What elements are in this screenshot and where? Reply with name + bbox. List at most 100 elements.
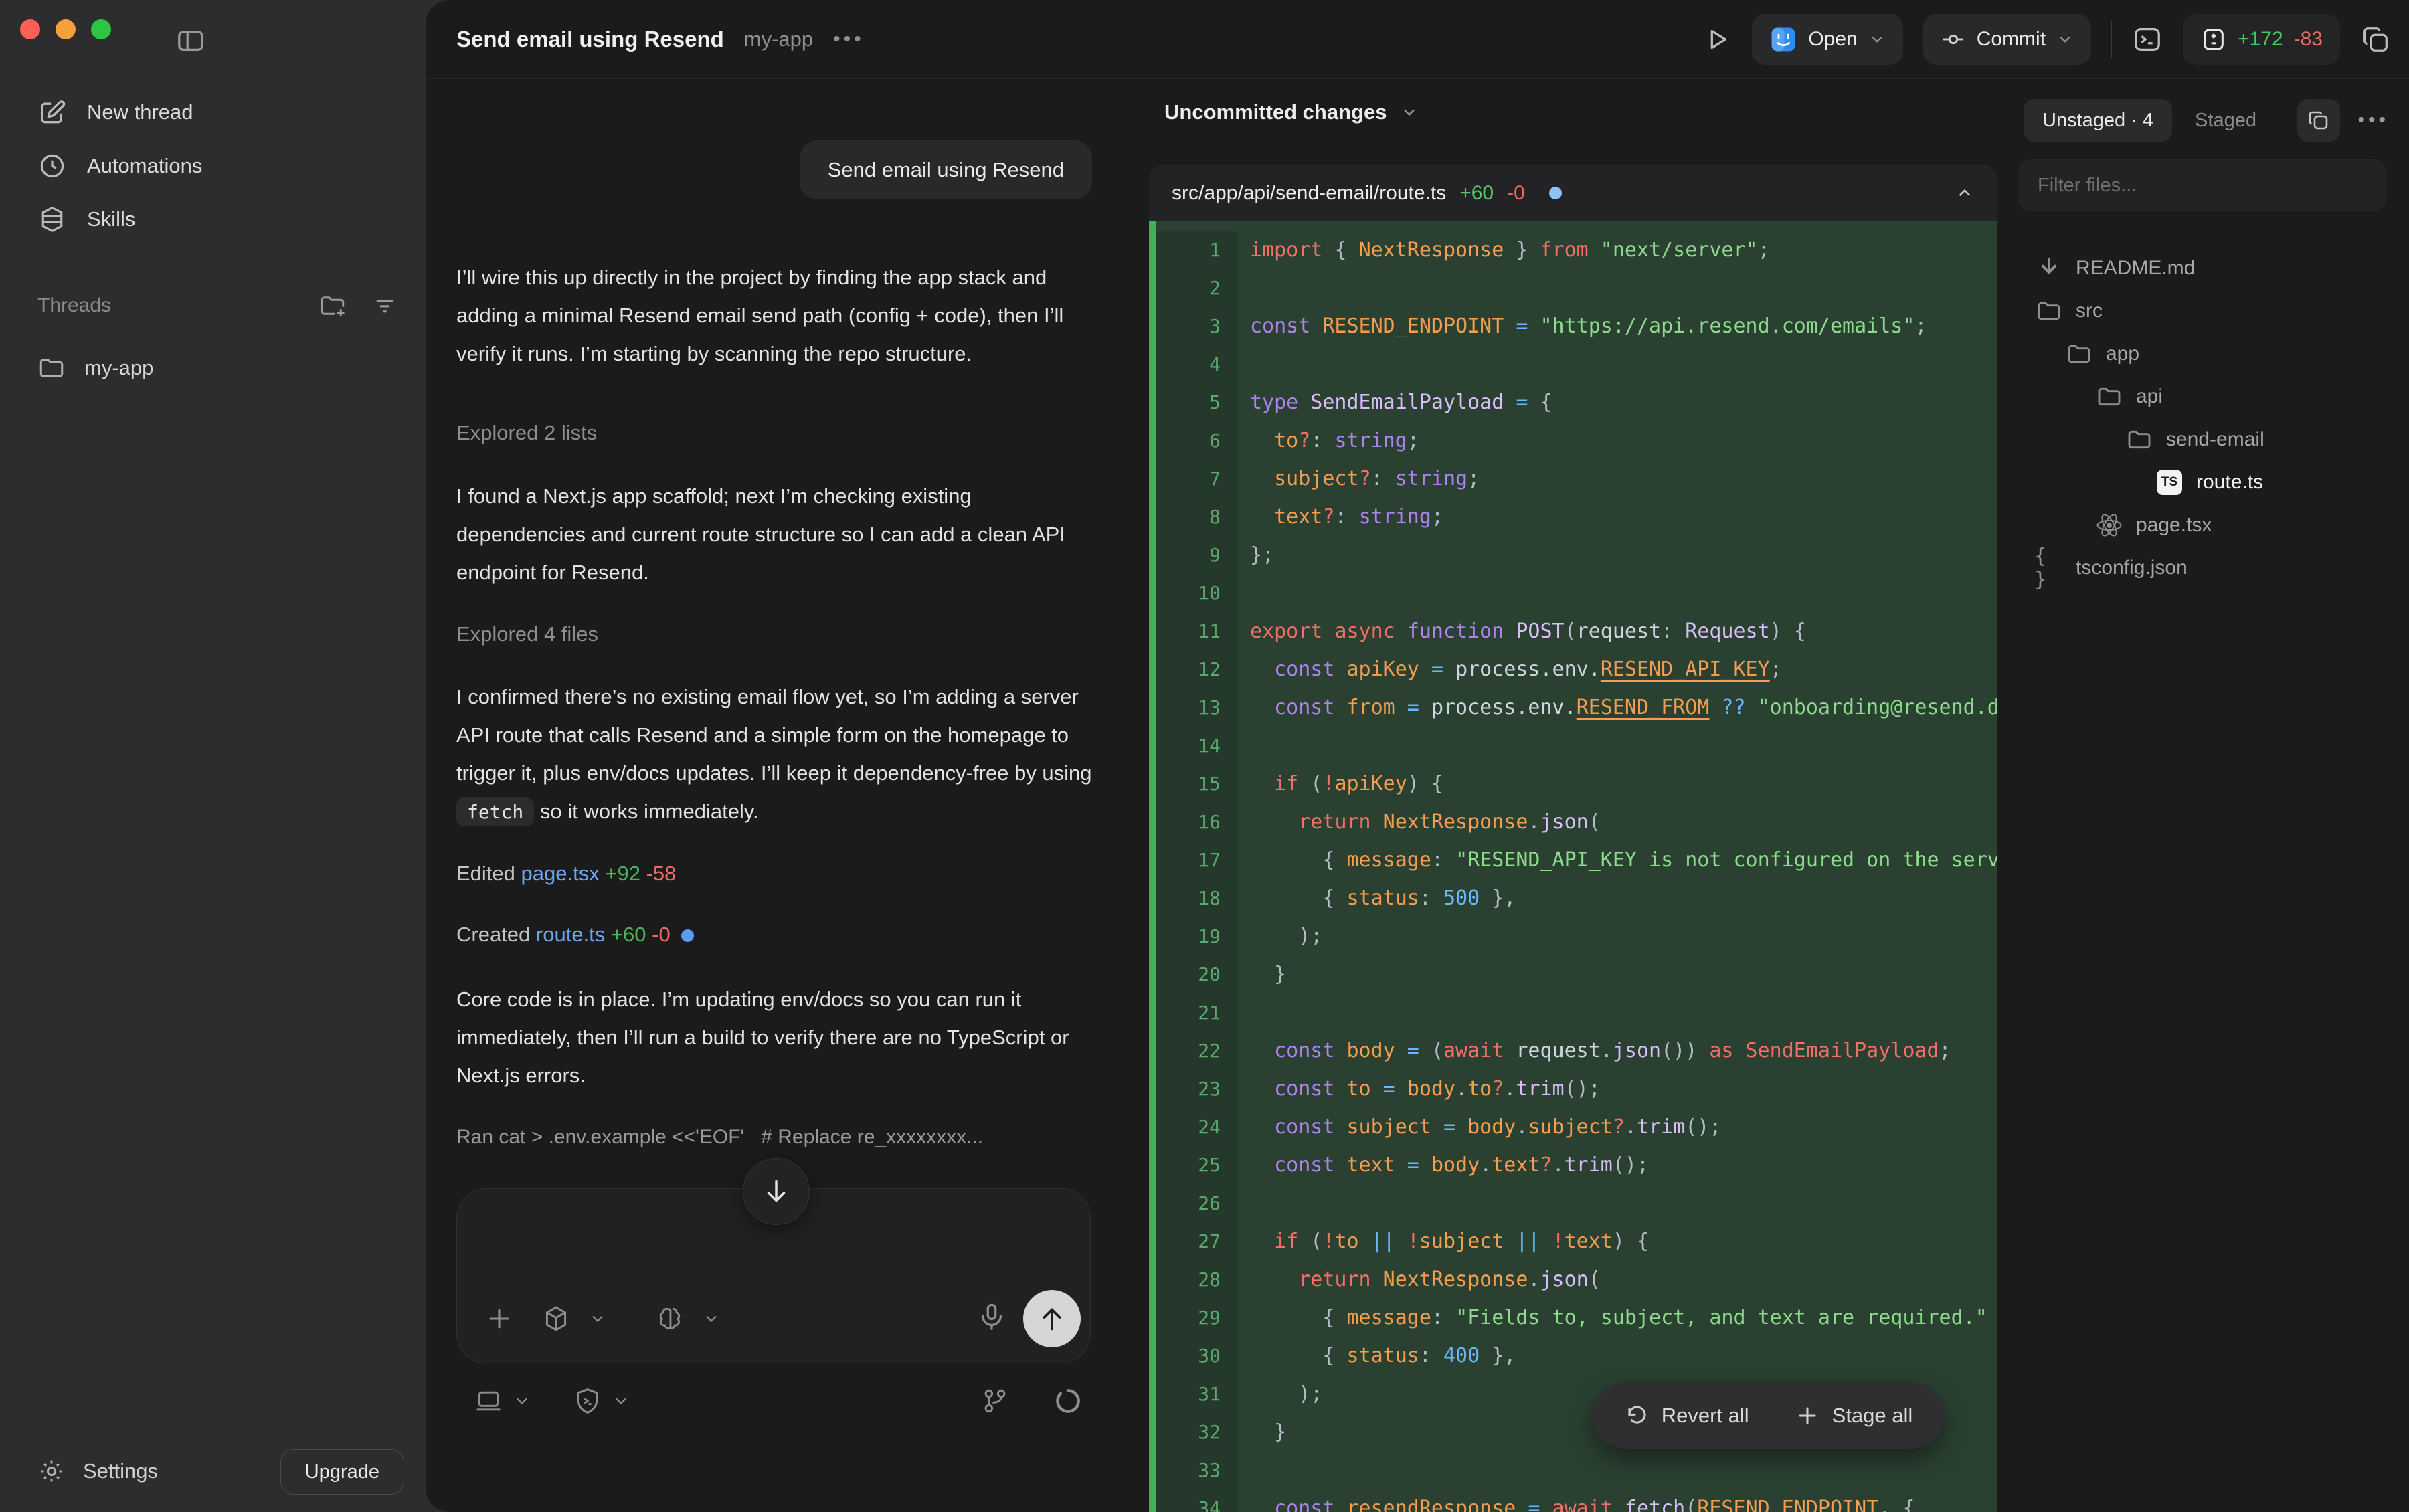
send-button[interactable] <box>1023 1290 1081 1347</box>
line-number: 5 <box>1156 383 1238 421</box>
sidebar-toggle-icon[interactable] <box>175 25 206 56</box>
code-line: 4 <box>1156 345 1997 383</box>
tree-more-icon[interactable]: ••• <box>2357 109 2389 132</box>
thread-more-icon[interactable]: ••• <box>833 28 865 51</box>
lines-added: +172 <box>2238 28 2283 51</box>
settings-button[interactable]: Settings <box>37 1447 158 1495</box>
chevron-down-icon <box>1400 103 1419 122</box>
chevron-down-icon[interactable] <box>612 1392 630 1410</box>
thread-item-my-app[interactable]: my-app <box>0 343 426 393</box>
skills-icon <box>37 205 67 234</box>
download-icon <box>2034 255 2064 282</box>
tree-item-page-tsx[interactable]: page.tsx <box>1997 504 2409 547</box>
tree-item-readme-md[interactable]: README.md <box>1997 247 2409 290</box>
attach-icon[interactable] <box>484 1304 514 1333</box>
code-diff-body[interactable]: 1import { NextResponse } from "next/serv… <box>1149 221 1997 1512</box>
code-line: 23 const to = body.to?.trim(); <box>1156 1070 1997 1108</box>
assistant-paragraph: Explored 4 files <box>456 615 598 653</box>
line-number: 25 <box>1156 1146 1238 1184</box>
diff-file-header[interactable]: src/app/api/send-email/route.ts +60 -0 <box>1149 165 1997 221</box>
revert-all-button[interactable]: Revert all <box>1620 1402 1753 1429</box>
usage-spinner-icon <box>1053 1386 1083 1416</box>
line-number: 15 <box>1156 765 1238 803</box>
tree-item-label: page.tsx <box>2136 514 2212 537</box>
line-number: 11 <box>1156 612 1238 650</box>
chevron-down-icon[interactable] <box>588 1309 607 1328</box>
open-label: Open <box>1808 28 1857 51</box>
unstaged-tab[interactable]: Unstaged · 4 <box>2024 99 2172 142</box>
open-button[interactable]: Open <box>1752 14 1902 65</box>
git-branch-icon[interactable] <box>980 1386 1010 1416</box>
tree-item-send-email[interactable]: send-email <box>1997 418 2409 461</box>
upgrade-button[interactable]: Upgrade <box>280 1449 404 1495</box>
model-cube-icon[interactable] <box>541 1304 571 1333</box>
line-number: 21 <box>1156 994 1238 1032</box>
gear-icon <box>37 1457 66 1485</box>
sidebar-item-new-thread[interactable]: New thread <box>0 86 426 139</box>
code-line: 21 <box>1156 994 1997 1032</box>
line-number: 18 <box>1156 879 1238 917</box>
file-tree-list: README.mdsrcappapi send-email TSroute.ts pa… <box>1997 247 2409 589</box>
code-line: 14 <box>1156 727 1997 765</box>
close-window-button[interactable] <box>20 19 40 39</box>
reasoning-brain-icon[interactable] <box>655 1304 685 1333</box>
file-view-toggle-button[interactable] <box>2297 99 2340 142</box>
project-name: my-app <box>744 27 813 52</box>
main-panel: Send email using Resend my-app ••• Open … <box>426 0 2409 1512</box>
permissions-shield-icon[interactable] <box>573 1386 602 1416</box>
folder-icon <box>2064 341 2094 367</box>
chevron-down-icon[interactable] <box>702 1309 721 1328</box>
code-line: 18 { status: 500 }, <box>1156 879 1997 917</box>
zoom-window-button[interactable] <box>91 19 111 39</box>
tree-item-src[interactable]: src <box>1997 290 2409 333</box>
new-folder-icon[interactable] <box>319 292 347 320</box>
tree-item-label: send-email <box>2166 428 2264 451</box>
collapse-file-icon[interactable] <box>1955 183 1975 203</box>
tree-item-tsconfig-json[interactable]: { }tsconfig.json <box>1997 547 2409 589</box>
filter-threads-icon[interactable] <box>371 292 399 320</box>
file-link[interactable]: route.ts <box>536 923 605 946</box>
run-icon[interactable] <box>1701 24 1732 55</box>
diff-file-card: src/app/api/send-email/route.ts +60 -0 1… <box>1149 165 1997 1512</box>
line-number: 14 <box>1156 727 1238 765</box>
revert-all-label: Revert all <box>1662 1404 1749 1428</box>
microphone-icon[interactable] <box>976 1301 1007 1332</box>
tree-item-app[interactable]: app <box>1997 333 2409 375</box>
sidebar-item-automations[interactable]: Automations <box>0 139 426 193</box>
staged-tab[interactable]: Staged <box>2195 110 2256 132</box>
sidebar-item-label: Skills <box>87 207 135 231</box>
stage-all-button[interactable]: Stage all <box>1791 1402 1917 1429</box>
code-line: 13 const from = process.env.RESEND_FROM … <box>1156 688 1997 727</box>
line-number: 1 <box>1156 231 1238 269</box>
sidebar-nav: New thread Automations Skills <box>0 86 426 246</box>
folder-icon <box>2125 426 2154 453</box>
filter-files-input[interactable] <box>2018 159 2386 211</box>
copy-window-icon[interactable] <box>2360 24 2391 55</box>
code-line: 27 if (!to || !subject || !text) { <box>1156 1222 1997 1260</box>
stage-all-label: Stage all <box>1832 1404 1913 1428</box>
app-window: New thread Automations Skills Threads my… <box>0 0 2409 1512</box>
file-lines-added: +60 <box>1459 182 1494 205</box>
sidebar-item-skills[interactable]: Skills <box>0 193 426 246</box>
code-line: 6 to?: string; <box>1156 421 1997 460</box>
line-number: 24 <box>1156 1108 1238 1146</box>
commit-button[interactable]: Commit <box>1923 14 2091 65</box>
environment-icon[interactable] <box>474 1386 503 1416</box>
chevron-down-icon[interactable] <box>513 1392 531 1410</box>
file-link[interactable]: page.tsx <box>521 862 600 885</box>
tree-item-api[interactable]: api <box>1997 375 2409 418</box>
code-line: 19 ); <box>1156 917 1997 955</box>
diff-icon <box>2200 26 2227 53</box>
minimize-window-button[interactable] <box>56 19 76 39</box>
line-number: 32 <box>1156 1413 1238 1451</box>
tree-item-route-ts[interactable]: TSroute.ts <box>1997 461 2409 504</box>
sidebar-item-label: Automations <box>87 154 202 178</box>
scroll-to-bottom-button[interactable] <box>743 1158 810 1225</box>
terminal-icon[interactable] <box>2132 24 2163 55</box>
code-line: 9}; <box>1156 536 1997 574</box>
code-line: 1import { NextResponse } from "next/serv… <box>1156 231 1997 269</box>
diff-floating-actions: Revert all Stage all <box>1593 1382 1944 1449</box>
diff-stats-button[interactable]: +172 -83 <box>2183 14 2340 65</box>
diff-panel-header[interactable]: Uncommitted changes <box>1164 100 1419 124</box>
code-line: 28 return NextResponse.json( <box>1156 1260 1997 1299</box>
